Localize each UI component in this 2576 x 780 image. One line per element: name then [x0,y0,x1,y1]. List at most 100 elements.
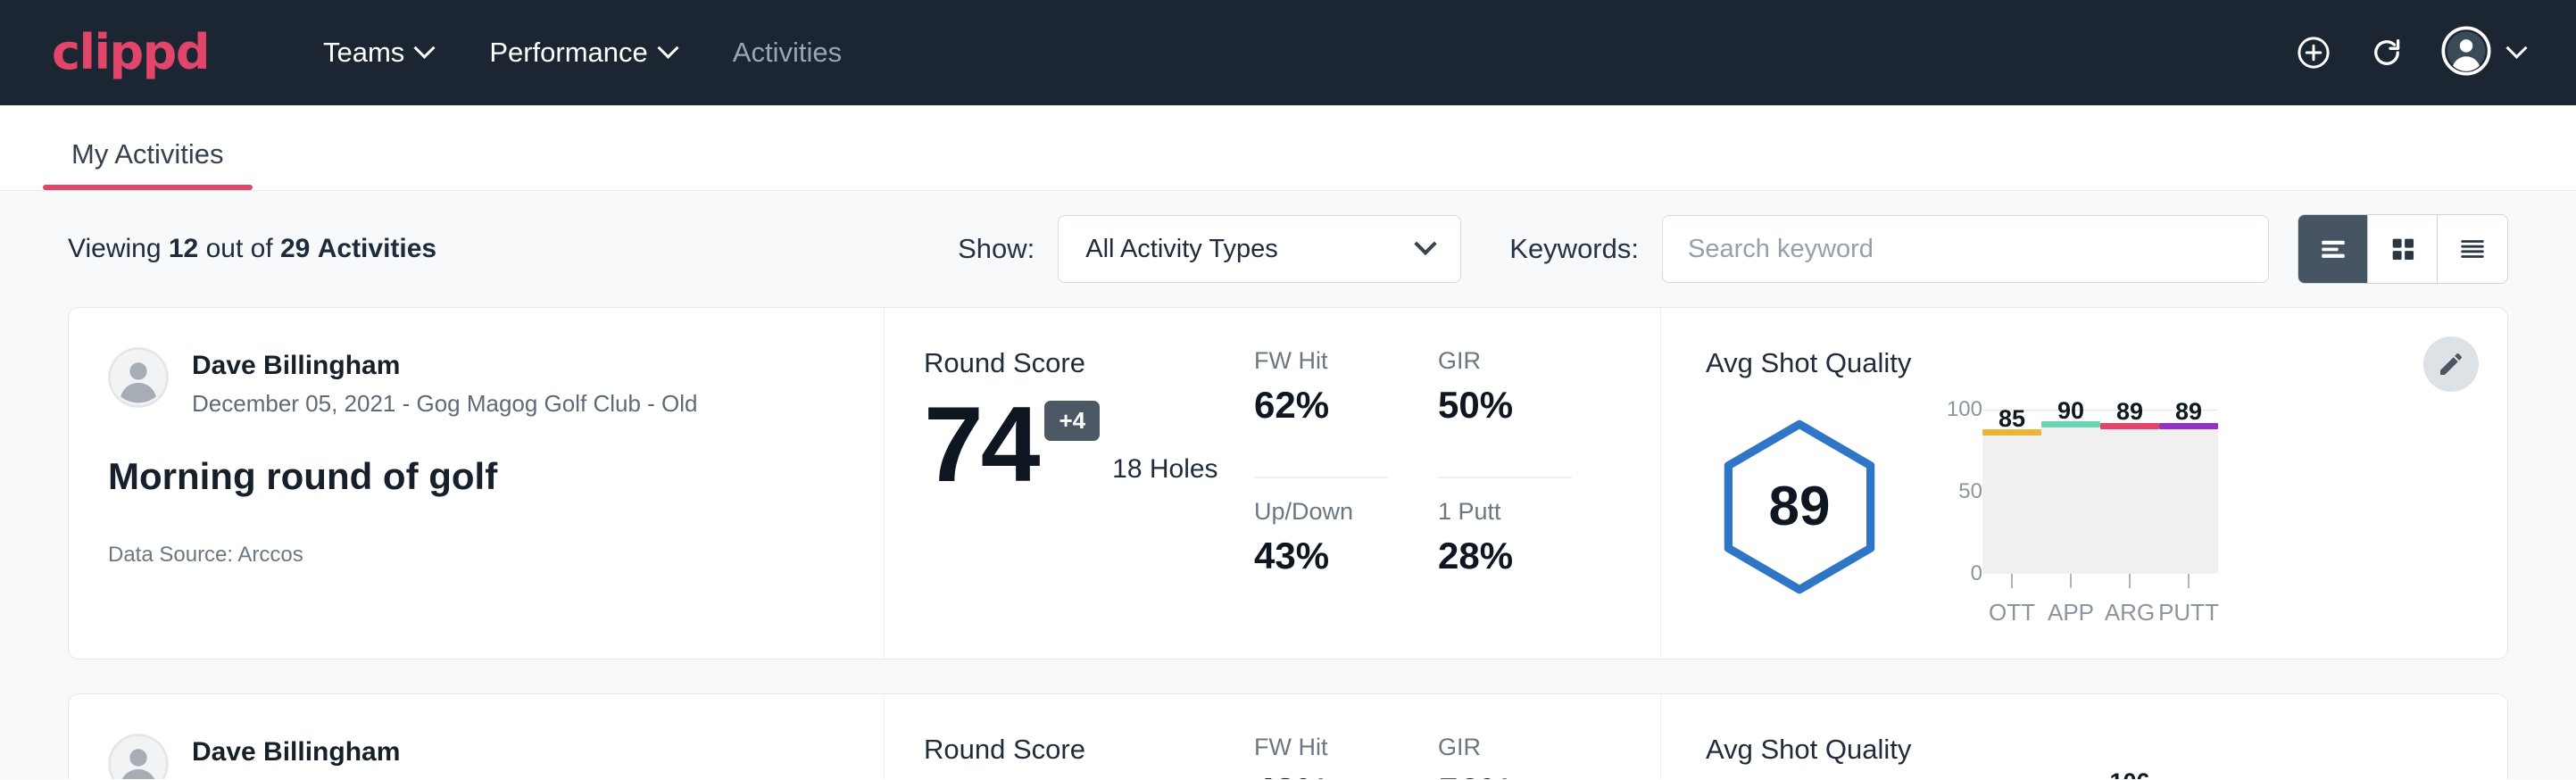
tick-mark [2188,574,2190,588]
activity-meta: October 16, 2021 - Gog Magog Golf Club -… [192,776,760,780]
filter-bar: Viewing 12 out of 29 Activities Show: Al… [68,191,2508,307]
nav-item-activities[interactable]: Activities [704,24,870,81]
stat-fw-hit-value: 43% [1254,770,1388,779]
nav-actions [2295,26,2524,80]
round-score-diff-badge: +4 [1044,401,1100,441]
activity-scores: Round Score FW Hit 43% GIR 56% [885,694,1661,779]
stat-fw-hit: FW Hit 43% [1254,734,1388,779]
shot-quality-bar-chart: 100 50 0 94 [1927,773,2472,779]
stat-gir-label: GIR [1438,734,1572,761]
nav-item-performance[interactable]: Performance [461,24,703,81]
tick-mark [2011,574,2013,588]
chevron-down-icon [414,37,436,58]
activity-scores: Round Score 74 +4 18 Holes FW Hit 62% GI… [885,308,1661,659]
round-stats-grid: FW Hit 62% GIR 50% Up/Down 43% 1 Putt 28… [1254,347,1572,626]
app-logo[interactable]: clippd [52,29,209,77]
viewing-suffix: Activities [318,234,436,263]
account-circle-icon [2441,26,2491,80]
round-holes-label: 18 Holes [1112,454,1217,494]
shot-quality-bar-chart: 100 50 0 85 [1927,386,2472,626]
stat-1-putt: 1 Putt 28% [1438,498,1572,627]
stat-up-down-value: 43% [1254,535,1388,577]
page-content: Viewing 12 out of 29 Activities Show: Al… [0,191,2576,779]
round-score-label: Round Score [924,347,1218,379]
bar-app: 90 [2041,410,2100,574]
nav-item-teams[interactable]: Teams [295,24,461,81]
activity-summary: Dave Billingham October 16, 2021 - Gog M… [69,694,885,779]
activity-type-select[interactable]: All Activity Types [1058,215,1461,283]
bar-arg: 89 [2100,410,2159,574]
activity-summary: Dave Billingham December 05, 2021 - Gog … [69,308,885,659]
round-stats-grid: FW Hit 43% GIR 56% [1254,734,1572,779]
bar-ott-cap [1982,429,2041,436]
stat-gir-value: 50% [1438,384,1572,427]
top-navigation-bar: clippd Teams Performance Activities [0,0,2576,105]
round-score-block: Round Score [924,734,1218,779]
player-header: Dave Billingham October 16, 2021 - Gog M… [108,734,839,779]
player-header: Dave Billingham December 05, 2021 - Gog … [108,347,839,418]
stat-up-down: Up/Down 43% [1254,498,1388,627]
stat-fw-hit-label: FW Hit [1254,734,1388,761]
bar-arg-rect [2100,429,2159,574]
view-mode-list-button[interactable] [2298,215,2368,283]
chevron-down-icon [1415,233,1437,255]
view-mode-grid-button[interactable] [2368,215,2438,283]
primary-nav: Teams Performance Activities [295,24,870,81]
viewing-count: 12 [169,234,198,263]
account-menu[interactable] [2441,26,2524,80]
bar-app-rect [2041,427,2100,574]
avatar [108,734,169,779]
stat-fw-hit-label: FW Hit [1254,347,1388,375]
bar-putt-rect [2159,429,2218,574]
bar-putt: 89 [2159,410,2218,574]
x-tick-ott: OTT [1982,574,2041,626]
refresh-icon[interactable] [2368,34,2406,71]
chevron-down-icon [657,37,678,58]
avg-shot-quality-body: 100 50 0 94 [1706,773,2472,779]
activity-card[interactable]: Dave Billingham December 05, 2021 - Gog … [68,307,2508,660]
nav-item-activities-label: Activities [733,37,842,69]
viewing-summary: Viewing 12 out of 29 Activities [68,234,436,264]
stat-up-down-label: Up/Down [1254,498,1388,526]
filter-controls: Show: All Activity Types Keywords: [958,214,2508,284]
player-name: Dave Billingham [192,735,760,769]
chart-bars: 85 90 [1982,410,2218,574]
avg-shot-quality-value: 89 [1706,475,1893,538]
bar-ott-rect [1982,436,2041,574]
search-input[interactable] [1662,215,2269,283]
x-tick-app: APP [2041,574,2100,626]
edit-activity-button[interactable] [2423,336,2479,392]
bar-putt-cap [2159,423,2218,429]
viewing-mid: out of [206,234,273,263]
view-mode-compact-button[interactable] [2438,215,2507,283]
avatar [108,347,169,408]
avg-shot-quality-label: Avg Shot Quality [1706,734,2472,766]
stat-gir-value: 56% [1438,770,1572,779]
chart-plot-area: 85 90 [1982,410,2218,574]
y-tick-50: 50 [1958,479,1982,504]
bar-ott: 85 [1982,410,2041,574]
x-tick-app-label: APP [2048,599,2094,626]
round-score-row: 74 +4 18 Holes [924,395,1218,494]
stat-gir-label: GIR [1438,347,1572,375]
x-tick-ott-label: OTT [1989,599,2035,626]
round-score-value: 74 [924,395,1037,494]
round-score-block: Round Score 74 +4 18 Holes [924,347,1218,626]
bar-ott-value: 94 [1966,776,2057,779]
stat-gir: GIR 50% [1438,347,1572,478]
avg-shot-quality-panel: Avg Shot Quality 100 50 0 [1661,694,2507,779]
tab-my-activities[interactable]: My Activities [43,138,253,190]
stat-fw-hit: FW Hit 62% [1254,347,1388,478]
show-label: Show: [958,233,1035,265]
add-circle-icon[interactable] [2295,34,2332,71]
view-mode-toggle [2298,214,2508,284]
x-tick-putt-label: PUTT [2158,599,2219,626]
nav-item-performance-label: Performance [489,37,647,69]
chart-x-axis: OTT APP ARG [1982,574,2218,626]
chart-y-axis: 100 50 0 [1927,410,1982,574]
activity-card[interactable]: Dave Billingham October 16, 2021 - Gog M… [68,693,2508,779]
viewing-total: 29 [280,234,310,263]
round-score-label: Round Score [924,734,1218,766]
x-tick-putt: PUTT [2159,574,2218,626]
stat-1-putt-label: 1 Putt [1438,498,1572,526]
